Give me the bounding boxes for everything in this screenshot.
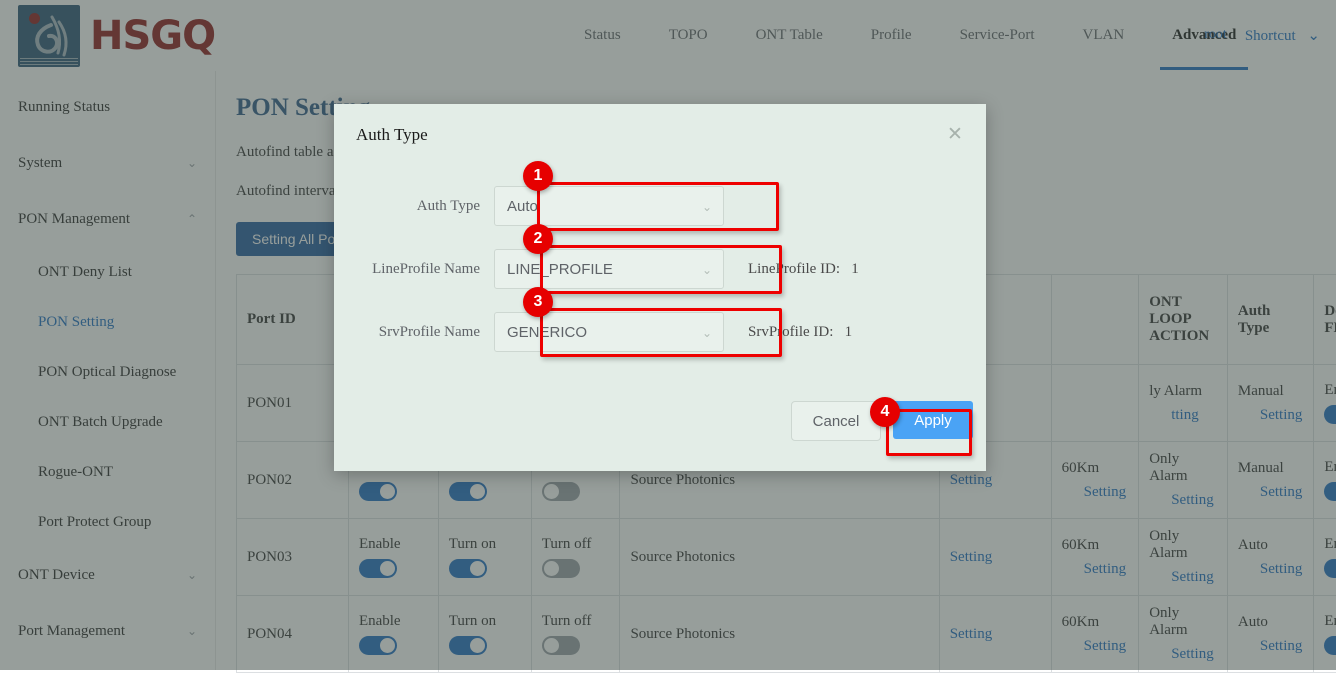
- lineprofile-name-value: LINE_PROFILE: [507, 261, 613, 278]
- auth-type-select[interactable]: Auto ⌄: [494, 186, 724, 226]
- srvprofile-id-note: SrvProfile ID: 1: [748, 324, 852, 341]
- apply-button[interactable]: Apply: [893, 401, 973, 439]
- lineprofile-id-note: LineProfile ID: 1: [748, 261, 859, 278]
- field-lineprofile-name: LineProfile Name LINE_PROFILE ⌄ LineProf…: [334, 249, 859, 289]
- field-label: Auth Type: [334, 198, 494, 215]
- annotation-badge-1: 1: [523, 161, 553, 191]
- annotation-badge-2: 2: [523, 224, 553, 254]
- chevron-down-icon: ⌄: [702, 326, 712, 340]
- field-label: LineProfile Name: [334, 261, 494, 278]
- srvprofile-name-value: GENERICO: [507, 324, 587, 341]
- cancel-button[interactable]: Cancel: [791, 401, 881, 441]
- field-auth-type: Auth Type Auto ⌄: [334, 186, 724, 226]
- close-icon[interactable]: ✕: [944, 124, 966, 146]
- annotation-badge-3: 3: [523, 287, 553, 317]
- auth-type-value: Auto: [507, 198, 538, 215]
- lineprofile-name-select[interactable]: LINE_PROFILE ⌄: [494, 249, 724, 289]
- annotation-badge-4: 4: [870, 397, 900, 427]
- chevron-down-icon: ⌄: [702, 263, 712, 277]
- srvprofile-name-select[interactable]: GENERICO ⌄: [494, 312, 724, 352]
- chevron-down-icon: ⌄: [702, 200, 712, 214]
- field-label: SrvProfile Name: [334, 324, 494, 341]
- field-srvprofile-name: SrvProfile Name GENERICO ⌄ SrvProfile ID…: [334, 312, 852, 352]
- dialog-title: Auth Type: [356, 125, 428, 145]
